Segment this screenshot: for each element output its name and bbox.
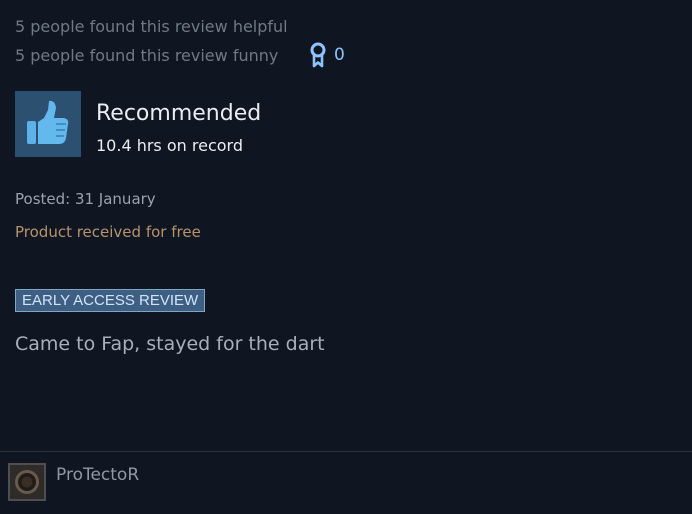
recommendation-title[interactable]: Recommended — [96, 100, 261, 128]
author-name[interactable]: ProTectoR — [56, 464, 139, 486]
award-button[interactable]: 0 — [309, 42, 345, 68]
posted-date: Posted: 31 January — [15, 190, 156, 208]
early-access-badge: EARLY ACCESS REVIEW — [15, 289, 206, 312]
award-count: 0 — [334, 45, 345, 65]
received-free-label: Product received for free — [15, 223, 201, 241]
helpful-count-text: 5 people found this review helpful — [15, 17, 288, 36]
avatar[interactable] — [8, 463, 46, 501]
funny-count-text: 5 people found this review funny — [15, 46, 279, 65]
award-ribbon-icon — [309, 42, 327, 68]
hours-on-record: 10.4 hrs on record — [96, 136, 243, 155]
divider — [0, 451, 692, 452]
review-body: Came to Fap, stayed for the dart — [15, 333, 325, 355]
thumbs-up-icon — [15, 91, 81, 157]
